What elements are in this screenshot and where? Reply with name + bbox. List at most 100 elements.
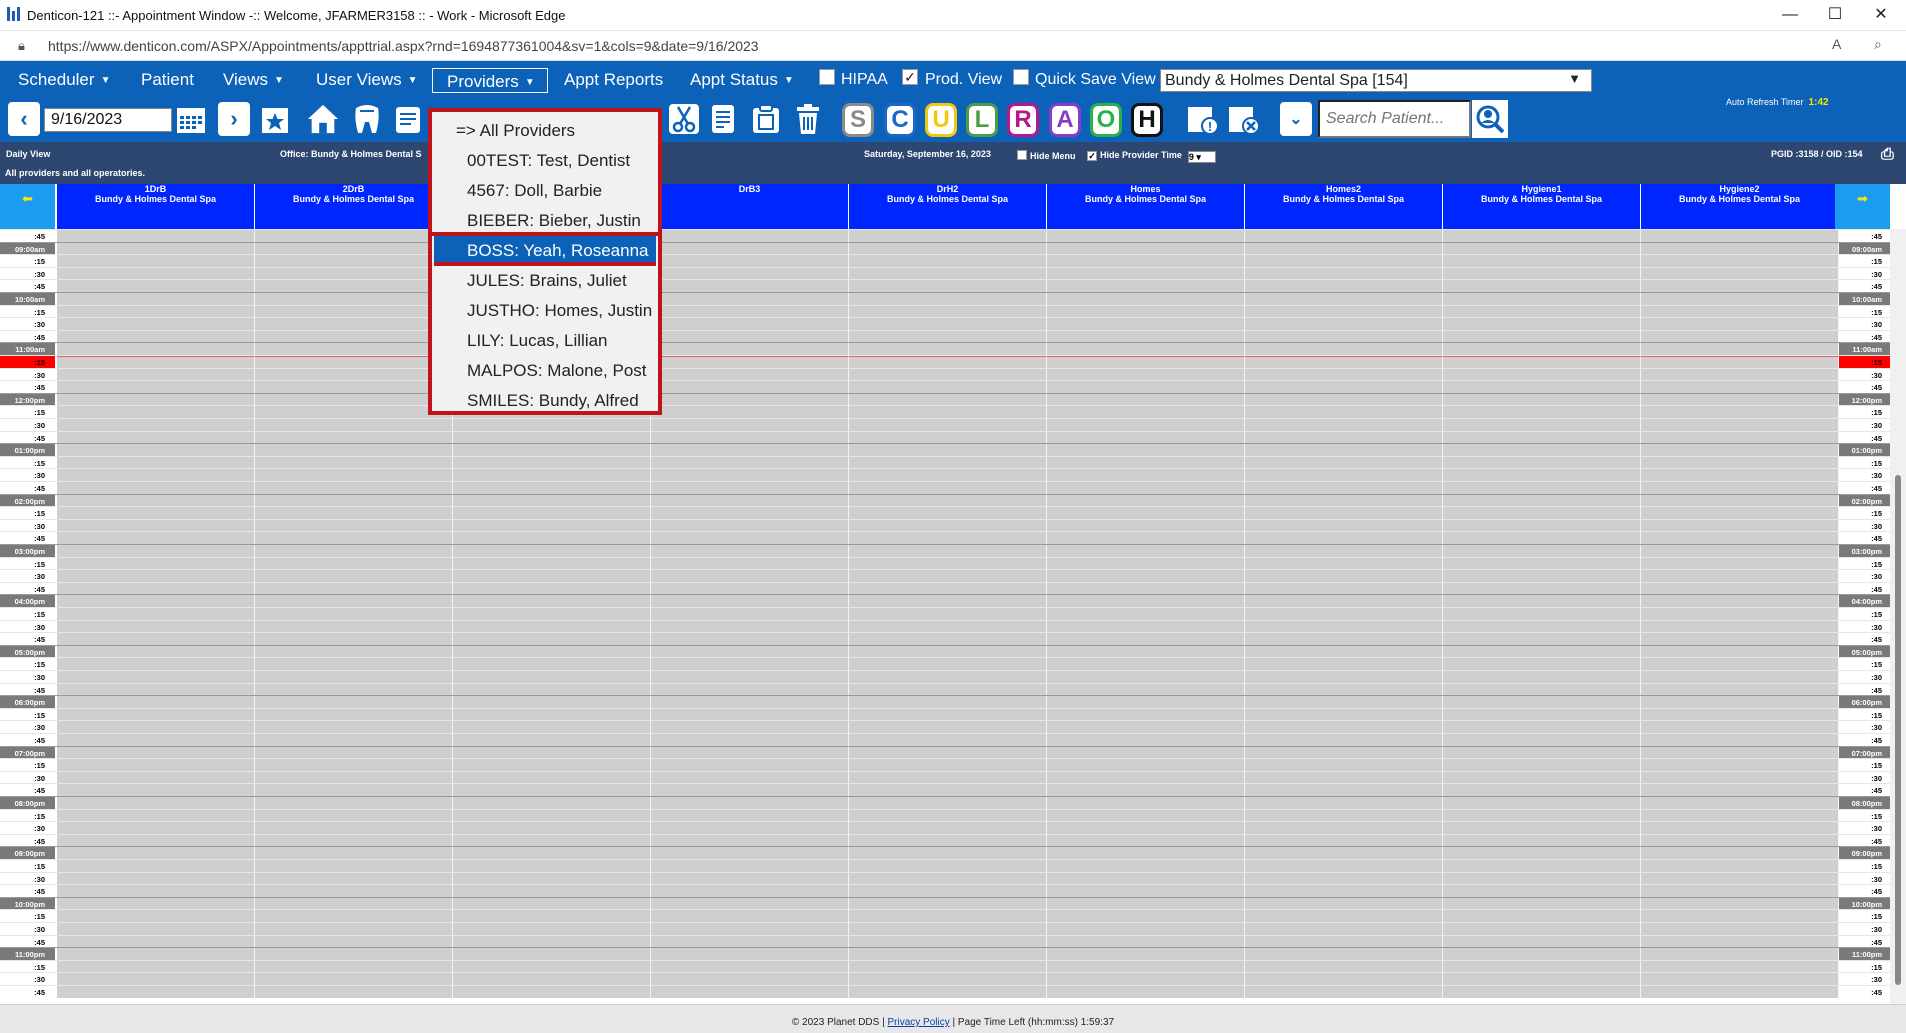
schedule-cell[interactable]: [849, 608, 1047, 620]
hipaa-checkbox[interactable]: [819, 69, 835, 85]
schedule-cell[interactable]: [1443, 507, 1641, 519]
schedule-cell[interactable]: [1245, 570, 1443, 582]
schedule-cell[interactable]: [453, 885, 651, 897]
home-icon[interactable]: [306, 101, 340, 137]
provider-option[interactable]: JULES: Brains, Juliet: [432, 266, 658, 296]
menu-user-views[interactable]: User Views ▼: [316, 70, 418, 90]
schedule-cell[interactable]: [1245, 734, 1443, 746]
schedule-cell[interactable]: [1641, 532, 1839, 544]
schedule-cell[interactable]: [1443, 570, 1641, 582]
schedule-cell[interactable]: [1443, 671, 1641, 683]
schedule-cell[interactable]: [1245, 532, 1443, 544]
schedule-cell[interactable]: [57, 671, 255, 683]
schedule-cell[interactable]: [453, 986, 651, 998]
schedule-cell[interactable]: [849, 280, 1047, 292]
schedule-cell[interactable]: [1047, 507, 1245, 519]
schedule-cell[interactable]: [1047, 280, 1245, 292]
schedule-cell[interactable]: [1443, 230, 1641, 242]
schedule-cell[interactable]: [453, 608, 651, 620]
schedule-cell[interactable]: [1443, 381, 1641, 393]
schedule-cell[interactable]: [255, 570, 453, 582]
schedule-cell[interactable]: [1047, 797, 1245, 809]
office-select[interactable]: Bundy & Holmes Dental Spa [154] ▼: [1160, 69, 1592, 92]
schedule-cell[interactable]: [1245, 822, 1443, 834]
schedule-cell[interactable]: [1443, 847, 1641, 859]
provider-option[interactable]: BIEBER: Bieber, Justin: [432, 206, 658, 236]
scissors-icon[interactable]: [667, 101, 701, 137]
schedule-cell[interactable]: [651, 570, 849, 582]
schedule-cell[interactable]: [453, 822, 651, 834]
schedule-cell[interactable]: [1641, 759, 1839, 771]
schedule-cell[interactable]: [1443, 885, 1641, 897]
schedule-cell[interactable]: [849, 948, 1047, 960]
schedule-cell[interactable]: [57, 860, 255, 872]
hide-provider-time-checkbox[interactable]: ✓: [1087, 151, 1097, 161]
schedule-cell[interactable]: [1245, 293, 1443, 305]
schedule-cell[interactable]: [1641, 318, 1839, 330]
url-field[interactable]: https://www.denticon.com/ASPX/Appointmen…: [48, 38, 759, 54]
schedule-cell[interactable]: [57, 532, 255, 544]
schedule-cell[interactable]: [255, 696, 453, 708]
schedule-cell[interactable]: [651, 406, 849, 418]
scrollbar-thumb[interactable]: [1895, 475, 1901, 985]
provider-option[interactable]: LILY: Lucas, Lillian: [432, 326, 658, 356]
schedule-cell[interactable]: [651, 444, 849, 456]
schedule-cell[interactable]: [1245, 406, 1443, 418]
schedule-cell[interactable]: [849, 822, 1047, 834]
expand-down-icon[interactable]: ⌄: [1280, 102, 1312, 136]
schedule-cell[interactable]: [1443, 356, 1641, 368]
schedule-cell[interactable]: [1047, 532, 1245, 544]
schedule-cell[interactable]: [453, 973, 651, 985]
schedule-cell[interactable]: [849, 595, 1047, 607]
schedule-cell[interactable]: [57, 444, 255, 456]
schedule-cell[interactable]: [1047, 356, 1245, 368]
schedule-cell[interactable]: [57, 545, 255, 557]
schedule-cell[interactable]: [1047, 847, 1245, 859]
schedule-cell[interactable]: [57, 734, 255, 746]
schedule-cell[interactable]: [1443, 482, 1641, 494]
schedule-cell[interactable]: [849, 381, 1047, 393]
schedule-cell[interactable]: [1641, 406, 1839, 418]
schedule-cell[interactable]: [651, 633, 849, 645]
schedule-cell[interactable]: [57, 923, 255, 935]
column-header[interactable]: DrB3: [651, 184, 849, 229]
schedule-cell[interactable]: [1443, 280, 1641, 292]
schedule-cell[interactable]: [453, 910, 651, 922]
search-patient-input[interactable]: [1318, 100, 1471, 138]
schedule-cell[interactable]: [453, 847, 651, 859]
schedule-cell[interactable]: [1047, 469, 1245, 481]
schedule-cell[interactable]: [57, 658, 255, 670]
schedule-cell[interactable]: [1245, 696, 1443, 708]
schedule-cell[interactable]: [1047, 721, 1245, 733]
schedule-cell[interactable]: [1641, 419, 1839, 431]
schedule-cell[interactable]: [1641, 608, 1839, 620]
schedule-cell[interactable]: [651, 356, 849, 368]
schedule-cell[interactable]: [255, 482, 453, 494]
schedule-cell[interactable]: [255, 973, 453, 985]
schedule-cell[interactable]: [255, 381, 453, 393]
schedule-cell[interactable]: [1245, 885, 1443, 897]
date-input[interactable]: [44, 108, 172, 132]
schedule-cell[interactable]: [651, 860, 849, 872]
schedule-cell[interactable]: [255, 608, 453, 620]
schedule-cell[interactable]: [849, 545, 1047, 557]
schedule-cell[interactable]: [57, 595, 255, 607]
trash-icon[interactable]: [791, 101, 825, 137]
zoom-icon[interactable]: ⌕: [1874, 36, 1882, 53]
schedule-cell[interactable]: [57, 419, 255, 431]
schedule-cell[interactable]: [1245, 230, 1443, 242]
schedule-cell[interactable]: [1443, 532, 1641, 544]
schedule-cell[interactable]: [255, 318, 453, 330]
schedule-cell[interactable]: [1245, 860, 1443, 872]
schedule-cell[interactable]: [255, 280, 453, 292]
schedule-cell[interactable]: [255, 658, 453, 670]
schedule-cell[interactable]: [1245, 255, 1443, 267]
column-header[interactable]: 1DrB Bundy & Holmes Dental Spa: [57, 184, 255, 229]
schedule-cell[interactable]: [849, 406, 1047, 418]
favorite-calendar-icon[interactable]: [258, 101, 292, 137]
schedule-cell[interactable]: [255, 356, 453, 368]
schedule-cell[interactable]: [651, 986, 849, 998]
schedule-cell[interactable]: [651, 419, 849, 431]
letter-filter-button[interactable]: R: [1007, 103, 1039, 137]
schedule-cell[interactable]: [255, 923, 453, 935]
